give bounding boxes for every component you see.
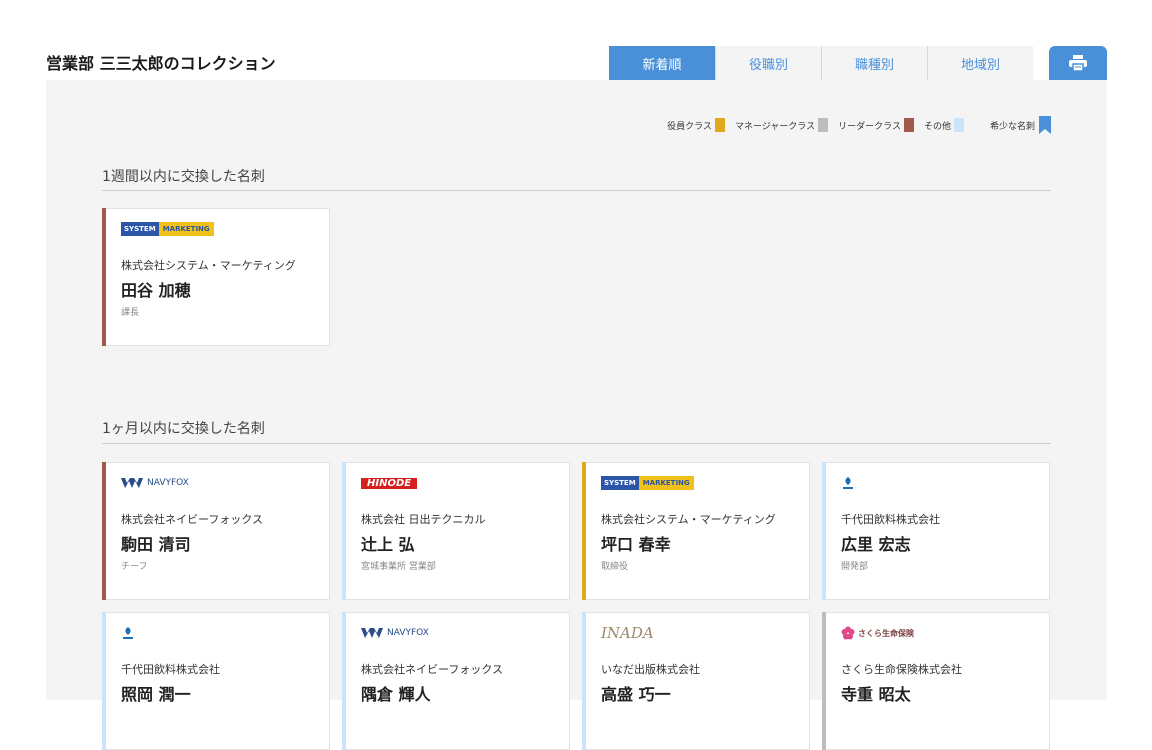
section-divider	[102, 443, 1051, 444]
company-logo: NAVYFOX	[121, 475, 189, 491]
business-card[interactable]: 千代田飲料株式会社 広里 宏志 開発部	[822, 462, 1050, 600]
company-logo: SYSTEM MARKETING	[121, 221, 214, 237]
logo-text: MARKETING	[158, 222, 214, 236]
company-logo: SYSTEM MARKETING	[601, 475, 694, 491]
person-name: 照岡 潤一	[121, 685, 191, 704]
business-card[interactable]: SYSTEM MARKETING 株式会社システム・マーケティング 坪口 春幸 取…	[582, 462, 810, 600]
company-name: 千代田飲料株式会社	[121, 663, 220, 676]
legend-label: 役員クラス	[667, 121, 712, 132]
navyfox-logo-icon	[361, 628, 383, 638]
legend-swatch-executive	[714, 118, 725, 132]
class-bar	[822, 462, 826, 600]
logo-text: SYSTEM	[121, 222, 159, 236]
business-card[interactable]: INADA いなだ出版株式会社 高盛 巧一	[582, 612, 810, 750]
logo-text: HINODE	[361, 477, 418, 489]
print-button[interactable]	[1049, 46, 1107, 80]
navyfox-logo-icon	[121, 478, 143, 488]
logo-text: SYSTEM	[601, 476, 639, 490]
class-bar	[582, 612, 586, 750]
company-name: 株式会社ネイビーフォックス	[121, 513, 264, 526]
page-title: 営業部 三三太郎のコレクション	[46, 54, 276, 73]
legend-manager: マネージャークラス	[734, 118, 829, 132]
company-name: 千代田飲料株式会社	[841, 513, 940, 526]
company-logo: さくら生命保険	[841, 625, 914, 641]
collection-panel: 役員クラス マネージャークラス リーダークラス その他 希少な名刺 1週間以内に…	[46, 80, 1107, 750]
company-logo	[841, 475, 855, 491]
class-bar	[342, 462, 346, 600]
legend-leader: リーダークラス	[838, 118, 914, 132]
person-name: 駒田 清司	[121, 535, 191, 554]
business-card[interactable]: HINODE 株式会社 日出テクニカル 辻上 弘 宮城事業所 営業部	[342, 462, 570, 600]
logo-text: INADA	[601, 624, 654, 642]
class-bar	[342, 612, 346, 750]
section-title-month: 1ヶ月以内に交換した名刺	[102, 421, 265, 437]
legend-label: マネージャークラス	[734, 121, 816, 132]
logo-text: NAVYFOX	[147, 478, 189, 488]
class-bar	[102, 208, 106, 346]
business-card[interactable]: NAVYFOX 株式会社ネイビーフォックス 隅倉 輝人	[342, 612, 570, 750]
legend-swatch-leader	[903, 118, 914, 132]
section-divider	[102, 190, 1051, 191]
bookmark-icon	[1039, 116, 1051, 134]
legend-label: その他	[923, 121, 951, 132]
person-name: 坪口 春幸	[601, 535, 671, 554]
company-logo: INADA	[601, 624, 654, 642]
legend-rare: 希少な名刺	[990, 116, 1051, 134]
person-title: 取締役	[601, 562, 629, 572]
legend-swatch-manager	[818, 118, 829, 132]
legend-label: リーダークラス	[838, 121, 901, 132]
person-name: 田谷 加穂	[121, 281, 191, 300]
business-card[interactable]: SYSTEM MARKETING 株式会社システム・マーケティング 田谷 加穂 課…	[102, 208, 330, 346]
company-logo: HINODE	[361, 475, 418, 491]
legend-swatch-other	[953, 118, 964, 132]
tab-newest[interactable]: 新着順	[609, 46, 715, 80]
printer-icon	[1069, 55, 1087, 71]
person-title: 宮城事業所 営業部	[361, 562, 436, 572]
section-title-week: 1週間以内に交換した名刺	[102, 169, 265, 185]
person-name: 辻上 弘	[361, 535, 415, 554]
legend-executive: 役員クラス	[667, 118, 725, 132]
logo-text: MARKETING	[638, 476, 694, 490]
class-bar	[102, 462, 106, 600]
legend-other: その他	[924, 118, 964, 132]
company-name: 株式会社ネイビーフォックス	[361, 663, 504, 676]
tab-position[interactable]: 役職別	[715, 46, 821, 80]
person-name: 寺重 昭太	[841, 685, 911, 704]
logo-text: NAVYFOX	[387, 628, 429, 638]
business-card[interactable]: さくら生命保険 さくら生命保険株式会社 寺重 昭太	[822, 612, 1050, 750]
person-title: 課長	[121, 308, 140, 318]
tab-job-type[interactable]: 職種別	[821, 46, 927, 80]
sort-tabs: 新着順 役職別 職種別 地域別	[609, 46, 1033, 80]
tab-region[interactable]: 地域別	[927, 46, 1033, 80]
company-logo	[121, 625, 135, 641]
person-name: 高盛 巧一	[601, 685, 671, 704]
person-title: 開発部	[841, 562, 869, 572]
company-name: 株式会社システム・マーケティング	[601, 513, 776, 526]
company-name: 株式会社 日出テクニカル	[361, 513, 486, 526]
person-title: チーフ	[121, 562, 148, 572]
company-name: さくら生命保険株式会社	[841, 663, 962, 676]
logo-text: さくら生命保険	[858, 628, 914, 638]
legend: 役員クラス マネージャークラス リーダークラス その他 希少な名刺	[657, 116, 1051, 134]
person-name: 広里 宏志	[841, 535, 911, 554]
sakura-logo-icon	[841, 626, 855, 640]
chiyoda-logo-icon	[123, 627, 133, 639]
class-bar	[102, 612, 106, 750]
company-logo: NAVYFOX	[361, 625, 429, 641]
legend-label: 希少な名刺	[989, 121, 1035, 132]
company-name: 株式会社システム・マーケティング	[121, 259, 296, 272]
class-bar	[822, 612, 826, 750]
class-bar	[582, 462, 586, 600]
business-card[interactable]: NAVYFOX 株式会社ネイビーフォックス 駒田 清司 チーフ	[102, 462, 330, 600]
business-card[interactable]: 千代田飲料株式会社 照岡 潤一	[102, 612, 330, 750]
chiyoda-logo-icon	[843, 477, 853, 489]
person-name: 隅倉 輝人	[361, 685, 431, 704]
company-name: いなだ出版株式会社	[601, 663, 700, 676]
